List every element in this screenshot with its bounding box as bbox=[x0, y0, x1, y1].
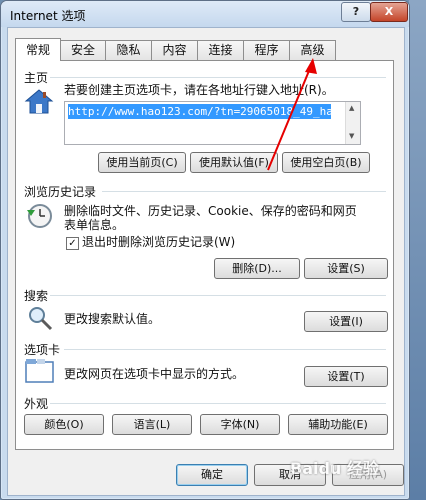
general-tab-panel: 主页 若要创建主页选项卡，请在各地址行键入地址(R)。 http://www.h… bbox=[15, 60, 394, 450]
ok-button[interactable]: 确定 bbox=[176, 464, 248, 486]
scroll-down-icon[interactable]: ▼ bbox=[349, 132, 354, 140]
tabs-description: 更改网页在选项卡中显示的方式。 bbox=[64, 367, 245, 381]
search-settings-button[interactable]: 设置(I) bbox=[304, 311, 388, 332]
screen: Internet 选项 ? X 常规 安全 隐私 内容 连接 程序 高级 主页 bbox=[0, 0, 426, 500]
magnifier-icon bbox=[29, 307, 53, 331]
history-settings-button[interactable]: 设置(S) bbox=[304, 258, 388, 279]
baidu-watermark: Baidu 经验 bbox=[290, 459, 379, 478]
delete-history-button[interactable]: 删除(D)... bbox=[214, 258, 300, 279]
window-title: Internet 选项 bbox=[10, 9, 86, 23]
close-button[interactable]: X bbox=[370, 2, 408, 22]
help-button[interactable]: ? bbox=[341, 2, 371, 22]
use-current-button[interactable]: 使用当前页(C) bbox=[98, 152, 186, 173]
homepage-url-text: http://www.hao123.com/?tn=29065018_49_ha… bbox=[68, 104, 331, 119]
section-title-history: 浏览历史记录 bbox=[24, 185, 97, 199]
use-blank-button[interactable]: 使用空白页(B) bbox=[282, 152, 370, 173]
colors-button[interactable]: 颜色(O) bbox=[24, 414, 104, 435]
section-divider bbox=[50, 77, 386, 78]
section-title-tabs: 选项卡 bbox=[24, 343, 61, 357]
section-title-appearance: 外观 bbox=[24, 397, 49, 411]
section-title-search: 搜索 bbox=[24, 289, 49, 303]
internet-options-window: Internet 选项 ? X 常规 安全 隐私 内容 连接 程序 高级 主页 bbox=[0, 0, 410, 500]
section-divider bbox=[50, 403, 386, 404]
accessibility-button[interactable]: 辅助功能(E) bbox=[288, 414, 388, 435]
history-clock-icon bbox=[27, 204, 52, 228]
use-default-button[interactable]: 使用默认值(F) bbox=[190, 152, 278, 173]
history-description-line2: 表单信息。 bbox=[64, 218, 125, 232]
tab-general[interactable]: 常规 bbox=[15, 38, 61, 61]
search-description: 更改搜索默认值。 bbox=[64, 312, 161, 326]
title-bar[interactable]: Internet 选项 ? X bbox=[1, 1, 409, 27]
house-icon bbox=[24, 89, 54, 114]
desktop-background bbox=[409, 0, 426, 500]
tab-privacy[interactable]: 隐私 bbox=[105, 40, 152, 60]
tabbed-window-icon bbox=[25, 359, 54, 383]
scroll-up-icon[interactable]: ▲ bbox=[349, 104, 354, 112]
delete-on-exit-label[interactable]: 退出时删除浏览历史记录(W) bbox=[82, 235, 235, 250]
homepage-url-input[interactable]: http://www.hao123.com/?tn=29065018_49_ha… bbox=[64, 101, 361, 145]
section-divider bbox=[50, 295, 386, 296]
dialog-body: 常规 安全 隐私 内容 连接 程序 高级 主页 若要创建主页选项卡，请在各地址行… bbox=[7, 27, 405, 496]
homepage-description: 若要创建主页选项卡，请在各地址行键入地址(R)。 bbox=[64, 83, 334, 97]
languages-button[interactable]: 语言(L) bbox=[112, 414, 192, 435]
tabs-settings-button[interactable]: 设置(T) bbox=[304, 366, 388, 387]
url-scrollbar[interactable]: ▲ ▼ bbox=[345, 102, 360, 144]
section-divider bbox=[64, 349, 386, 350]
tab-advanced[interactable]: 高级 bbox=[289, 40, 336, 60]
tab-content[interactable]: 内容 bbox=[151, 40, 198, 60]
tab-connections[interactable]: 连接 bbox=[197, 40, 244, 60]
section-divider bbox=[102, 191, 386, 192]
history-description-line1: 删除临时文件、历史记录、Cookie、保存的密码和网页 bbox=[64, 204, 357, 218]
tab-security[interactable]: 安全 bbox=[60, 40, 106, 60]
section-title-homepage: 主页 bbox=[24, 71, 49, 85]
delete-on-exit-checkbox[interactable]: ✓ bbox=[66, 237, 79, 250]
fonts-button[interactable]: 字体(N) bbox=[200, 414, 280, 435]
tab-programs[interactable]: 程序 bbox=[243, 40, 290, 60]
